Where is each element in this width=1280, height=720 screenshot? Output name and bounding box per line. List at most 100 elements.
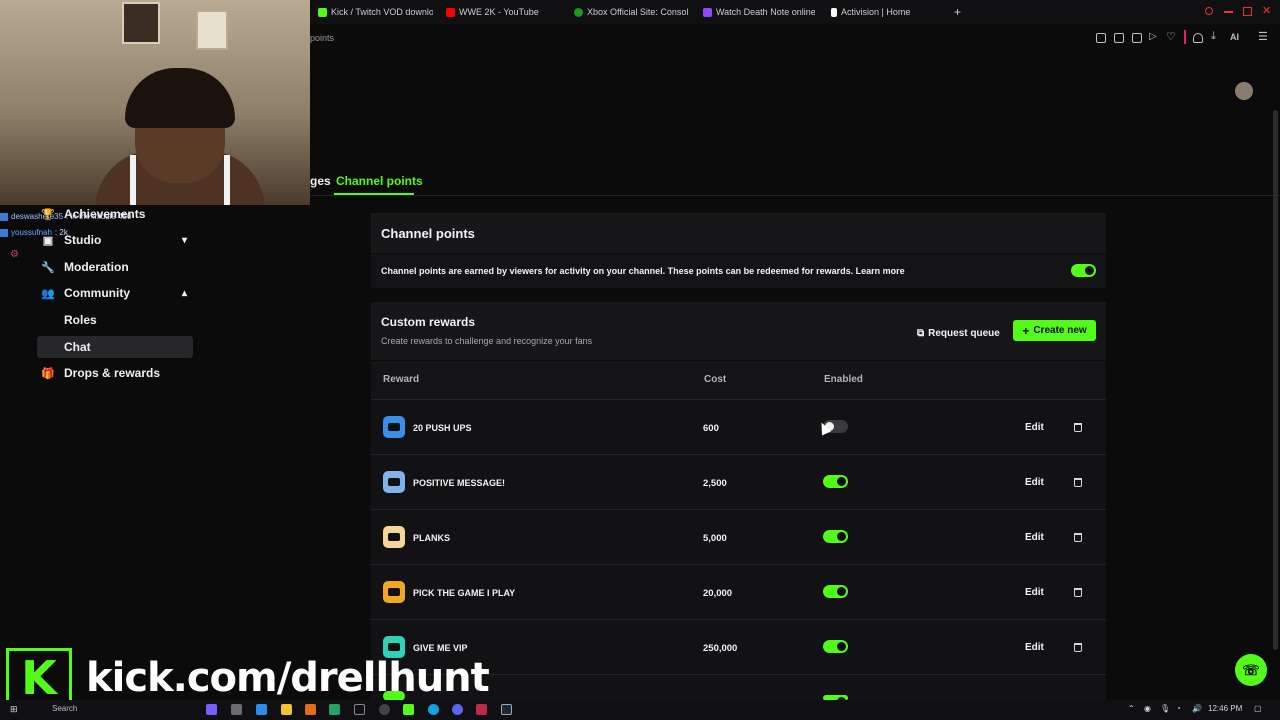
channel-points-description: Channel points are earned by viewers for…: [381, 266, 905, 276]
column-header-enabled: Enabled: [824, 374, 863, 385]
taskbar-app-icon[interactable]: [206, 704, 217, 715]
studio-icon: ▣: [42, 234, 54, 247]
minimize-icon[interactable]: [1224, 11, 1233, 13]
webcam-overlay: [0, 0, 310, 205]
community-icon: 👥: [41, 287, 55, 300]
learn-more-link[interactable]: Learn more: [856, 266, 905, 276]
create-new-button[interactable]: + Create new: [1013, 320, 1096, 341]
trash-icon[interactable]: [1074, 533, 1082, 542]
browser-tab-xbox[interactable]: Xbox Official Site: Consol: [574, 5, 688, 19]
external-link-icon: ⧉: [917, 327, 925, 339]
extension-icon[interactable]: [1132, 33, 1142, 43]
scrollbar[interactable]: [1273, 110, 1278, 650]
microphone-icon[interactable]: 🎙: [1160, 704, 1170, 713]
browser-tab-activision[interactable]: Activision | Home: [831, 5, 941, 19]
active-tab-indicator: [334, 193, 414, 195]
profile-icon[interactable]: [1193, 33, 1203, 43]
reward-cost: 5,000: [703, 533, 727, 544]
edit-button[interactable]: Edit: [1025, 477, 1044, 488]
volume-icon[interactable]: 🔊: [1192, 704, 1202, 713]
kick-logo: K: [6, 648, 72, 708]
reward-enabled-toggle[interactable]: [823, 530, 848, 543]
download-icon[interactable]: ⤓: [1211, 30, 1216, 43]
ai-icon[interactable]: AI: [1230, 32, 1239, 42]
trash-icon[interactable]: [1074, 423, 1082, 432]
app-tray-icon[interactable]: ◉: [1144, 704, 1151, 713]
edit-button[interactable]: Edit: [1025, 642, 1044, 653]
taskbar-app-icon[interactable]: [379, 704, 390, 715]
folder-icon[interactable]: [281, 704, 292, 715]
headset-icon: ☏: [1242, 661, 1260, 678]
trash-icon[interactable]: [1074, 478, 1082, 487]
tiktok-icon[interactable]: [354, 704, 365, 715]
taskbar-search[interactable]: Search: [52, 704, 77, 713]
browser-tab-kick[interactable]: Kick / Twitch VOD downlo: [318, 5, 433, 19]
edit-button[interactable]: Edit: [1025, 587, 1044, 598]
taskbar-app-icon[interactable]: [329, 704, 340, 715]
menu-icon[interactable]: ☰: [1258, 30, 1268, 43]
heart-icon[interactable]: ♡: [1166, 30, 1176, 43]
clock[interactable]: 12:46 PM: [1208, 704, 1242, 713]
wall-poster: [122, 2, 160, 44]
sidebar-item-chat[interactable]: Chat: [37, 336, 193, 358]
plus-icon: +: [1022, 323, 1030, 338]
close-icon[interactable]: ✕: [1262, 4, 1271, 17]
search-icon[interactable]: [1205, 7, 1213, 15]
taskbar-app-icon[interactable]: [231, 704, 242, 715]
request-queue-button[interactable]: ⧉ Request queue: [917, 324, 1000, 342]
edge-icon[interactable]: [428, 704, 439, 715]
discord-icon[interactable]: [452, 704, 463, 715]
reward-cost: 600: [703, 423, 719, 434]
notification-icon[interactable]: ▢: [1254, 704, 1262, 713]
windows-start-icon[interactable]: ⊞: [10, 704, 18, 715]
sidebar-item-community[interactable]: 👥 Community ▴: [37, 282, 193, 304]
kick-icon: [318, 7, 327, 17]
help-chat-button[interactable]: ☏: [1235, 654, 1267, 686]
steam-icon[interactable]: [501, 704, 512, 715]
section-subtitle: Create rewards to challenge and recogniz…: [381, 336, 593, 346]
table-row: POSITIVE MESSAGE! 2,500 Edit: [371, 454, 1106, 509]
channel-points-toggle[interactable]: [1071, 264, 1096, 277]
play-icon[interactable]: ▷: [1149, 31, 1157, 42]
edit-button[interactable]: Edit: [1025, 422, 1044, 433]
sidebar-item-studio[interactable]: ▣ Studio ▾: [37, 229, 193, 251]
settings-icon[interactable]: ⚙: [10, 249, 19, 260]
webcam-person-hair: [125, 68, 235, 128]
browser-tab-youtube[interactable]: WWE 2K - YouTube: [446, 5, 566, 19]
sidebar-item-roles[interactable]: Roles: [37, 309, 193, 331]
activision-icon: [831, 7, 837, 17]
avatar[interactable]: [1235, 82, 1253, 100]
ticket-icon: [388, 533, 400, 541]
custom-rewards-header: Custom rewards Create rewards to challen…: [371, 302, 1106, 360]
sidebar-item-achievements[interactable]: 🏆 Achievements: [37, 203, 193, 225]
edit-button[interactable]: Edit: [1025, 532, 1044, 543]
collections-icon[interactable]: [1114, 33, 1124, 43]
tab-badges[interactable]: ges: [310, 174, 331, 188]
sidebar-item-drops-rewards[interactable]: 🎁 Drops & rewards: [37, 362, 193, 384]
chat-badge-icon: [0, 228, 8, 237]
opera-icon[interactable]: [476, 704, 487, 715]
trophy-icon: 🏆: [41, 208, 55, 221]
sidebar-item-moderation[interactable]: 🔧 Moderation: [37, 256, 193, 278]
chevron-up-icon[interactable]: ⌃: [1128, 704, 1135, 713]
rewards-table-header: [371, 361, 1106, 399]
reward-enabled-toggle[interactable]: [823, 640, 848, 653]
url-text[interactable]: points: [310, 33, 334, 43]
browser-tab-death-note[interactable]: Watch Death Note online f: [703, 5, 815, 19]
kick-icon[interactable]: [403, 704, 414, 715]
tab-channel-points[interactable]: Channel points: [336, 174, 423, 188]
section-title: Custom rewards: [381, 315, 476, 329]
reward-enabled-toggle[interactable]: [823, 475, 848, 488]
column-header-cost: Cost: [704, 374, 727, 385]
wifi-icon[interactable]: ◔: [1176, 704, 1181, 713]
trash-icon[interactable]: [1074, 588, 1082, 597]
section-title: Channel points: [381, 226, 475, 241]
maximize-icon[interactable]: [1243, 7, 1252, 16]
chevron-down-icon: ▾: [181, 234, 187, 246]
trash-icon[interactable]: [1074, 643, 1082, 652]
new-tab-button[interactable]: +: [954, 5, 964, 19]
bookmark-icon[interactable]: [1096, 33, 1106, 43]
taskbar-app-icon[interactable]: [256, 704, 267, 715]
reward-enabled-toggle[interactable]: [823, 585, 848, 598]
taskbar-app-icon[interactable]: [305, 704, 316, 715]
